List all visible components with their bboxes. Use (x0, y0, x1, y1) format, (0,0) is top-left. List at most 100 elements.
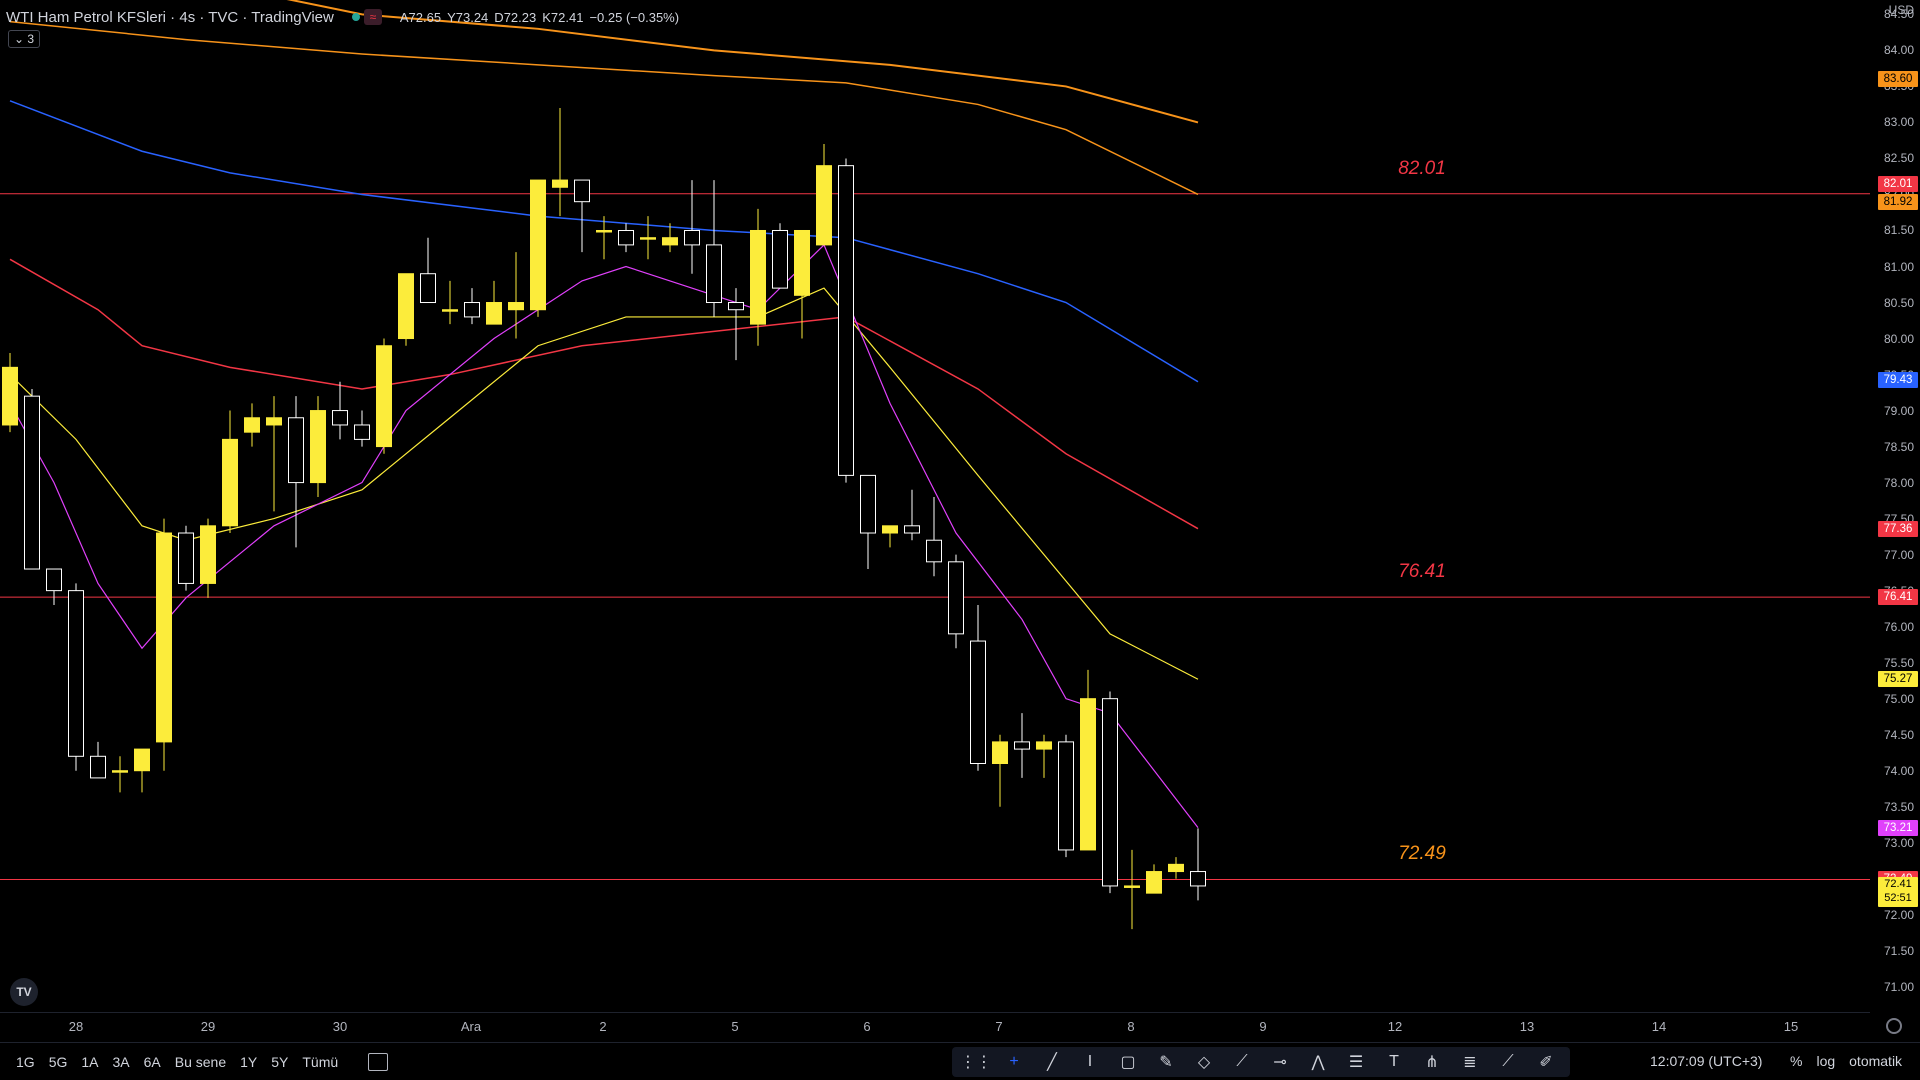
delay-icon: ≈ (363, 9, 382, 25)
candle-body (750, 229, 766, 325)
calendar-goto-icon[interactable] (368, 1053, 389, 1071)
crosshair-icon[interactable]: + (1000, 1048, 1028, 1076)
price-tick-label: 84.50 (1883, 7, 1914, 22)
price-tick-label: 79.00 (1883, 403, 1914, 418)
pencil-icon[interactable]: ✐ (1532, 1048, 1560, 1076)
text-tool-icon[interactable]: T (1380, 1048, 1408, 1076)
range-button[interactable]: 5G (49, 1054, 68, 1070)
rectangle-icon[interactable]: ▢ (1114, 1048, 1142, 1076)
time-tick-label: 28 (68, 1019, 84, 1034)
price-tick-label: 76.00 (1883, 619, 1914, 634)
price-axis[interactable]: USD 84.5084.0083.5083.0082.5082.0081.508… (1870, 0, 1920, 1012)
price-tag: 81.92 (1878, 193, 1918, 210)
drag-handle-icon[interactable]: ⋮⋮ (960, 1048, 992, 1076)
candle-body (926, 539, 942, 563)
price-chart[interactable] (0, 0, 1870, 1012)
candle-body (992, 741, 1008, 765)
range-button[interactable]: 3A (113, 1054, 130, 1070)
time-tick-label: 2 (599, 1019, 607, 1034)
time-tick-label: 13 (1519, 1019, 1535, 1034)
path-icon[interactable]: ⟋ (1228, 1048, 1256, 1076)
price-tick-label: 80.50 (1883, 295, 1914, 310)
candle-body (464, 302, 480, 318)
ruler-icon[interactable]: ⟋ (1494, 1048, 1522, 1076)
ohlc-values: A72.65 Y73.24 D72.23 K72.41 −0.25 (−0.35… (400, 10, 679, 25)
time-axis[interactable]: 28 29 30 Ara 2 5 6 7 8 9 12 13 14 15 (0, 1012, 1870, 1043)
time-tick-label: 15 (1783, 1019, 1799, 1034)
moving-average-line (9, 258, 1199, 530)
symbol-title[interactable]: WTI Ham Petrol KFSleri · 4s · TVC · Trad… (6, 9, 334, 26)
zigzag-icon[interactable]: ⋀ (1304, 1048, 1332, 1076)
candle-body (1146, 871, 1162, 894)
candle-body (904, 525, 920, 534)
candle-body (552, 179, 568, 188)
scale-option-button[interactable]: log (1816, 1053, 1835, 1069)
candle-body (354, 424, 370, 440)
moving-average-line (9, 20, 1199, 196)
candle-body (618, 229, 634, 246)
range-button[interactable]: 1Y (240, 1054, 257, 1070)
last-price-tag: 72.41 52:51 (1878, 876, 1918, 907)
trend-line-icon[interactable]: ╱ (1038, 1048, 1066, 1076)
candle-body (530, 179, 546, 311)
range-button[interactable]: 1A (81, 1054, 98, 1070)
moving-averages (9, 0, 1199, 828)
settings-gear-icon[interactable] (1886, 1018, 1902, 1034)
range-button[interactable]: Bu sene (175, 1054, 226, 1070)
brush-icon[interactable]: ✎ (1152, 1048, 1180, 1076)
clock[interactable]: 12:07:09 (UTC+3) (1650, 1053, 1762, 1069)
candle-body (684, 229, 700, 246)
time-tick-label: Ara (460, 1019, 482, 1034)
candle-body (1190, 871, 1206, 887)
horizontal-line-label: 76.41 (1398, 561, 1446, 583)
candle-body (640, 237, 656, 240)
candle-body (398, 273, 414, 340)
time-tick-label: 5 (731, 1019, 739, 1034)
tradingview-logo-icon[interactable]: TV (10, 978, 38, 1006)
ohlc-low: D72.23 (494, 9, 537, 25)
price-tag: 77.36 (1878, 520, 1918, 537)
scale-option-button[interactable]: otomatik (1849, 1053, 1902, 1069)
candle-body (1036, 741, 1052, 750)
candle-body (1168, 863, 1184, 873)
range-button[interactable]: 1G (16, 1054, 35, 1070)
horizontal-ray-icon[interactable]: ⊸ (1266, 1048, 1294, 1076)
chart-header: WTI Ham Petrol KFSleri · 4s · TVC · Trad… (6, 6, 679, 28)
gann-icon[interactable]: ≣ (1456, 1048, 1484, 1076)
range-button[interactable]: 6A (144, 1054, 161, 1070)
candle-body (1058, 741, 1074, 851)
candle-body (706, 244, 722, 304)
range-button[interactable]: Tümü (302, 1054, 338, 1070)
scale-options: % log otomatik (1790, 1053, 1902, 1069)
price-tick-label: 84.00 (1883, 43, 1914, 58)
candle-body (1014, 741, 1030, 750)
bottom-toolbar: 1G 5G 1A 3A 6A Bu sene 1Y 5Y Tümü ⋮⋮ + ╱ I ▢ ✎ ◇ ⟋ ⊸ ⋀ ☰ T ⋔… (0, 1042, 1920, 1080)
indicators-collapse-button[interactable]: ⌄ 3 (8, 30, 41, 48)
price-tick-label: 82.50 (1883, 151, 1914, 166)
candle-body (728, 302, 744, 311)
time-tick-label: 9 (1259, 1019, 1267, 1034)
ellipse-icon[interactable]: ◇ (1190, 1048, 1218, 1076)
price-tag: 76.41 (1878, 589, 1918, 606)
text-cursor-icon[interactable]: I (1076, 1048, 1104, 1076)
pitchfork-icon[interactable]: ⋔ (1418, 1048, 1446, 1076)
candle-body (266, 417, 282, 426)
candle-body (1102, 698, 1118, 887)
ohlc-high: Y73.24 (447, 9, 489, 25)
status-indicators: ≈ (351, 9, 382, 25)
time-tick-label: 12 (1387, 1019, 1403, 1034)
price-tick-label: 75.00 (1883, 691, 1914, 706)
price-tag: 82.01 (1878, 176, 1918, 193)
fib-retracement-icon[interactable]: ☰ (1342, 1048, 1370, 1076)
scale-option-button[interactable]: % (1790, 1053, 1802, 1069)
horizontal-lines (0, 193, 1870, 880)
range-button[interactable]: 5Y (271, 1054, 288, 1070)
candle-body (200, 525, 216, 584)
price-tick-label: 81.00 (1883, 259, 1914, 274)
price-tick-label: 71.00 (1883, 979, 1914, 994)
indicator-count: 3 (27, 32, 35, 46)
candle-body (442, 309, 458, 312)
candle-body (794, 229, 810, 296)
candle-body (662, 237, 678, 246)
range-buttons: 1G 5G 1A 3A 6A Bu sene 1Y 5Y Tümü (16, 1054, 338, 1070)
